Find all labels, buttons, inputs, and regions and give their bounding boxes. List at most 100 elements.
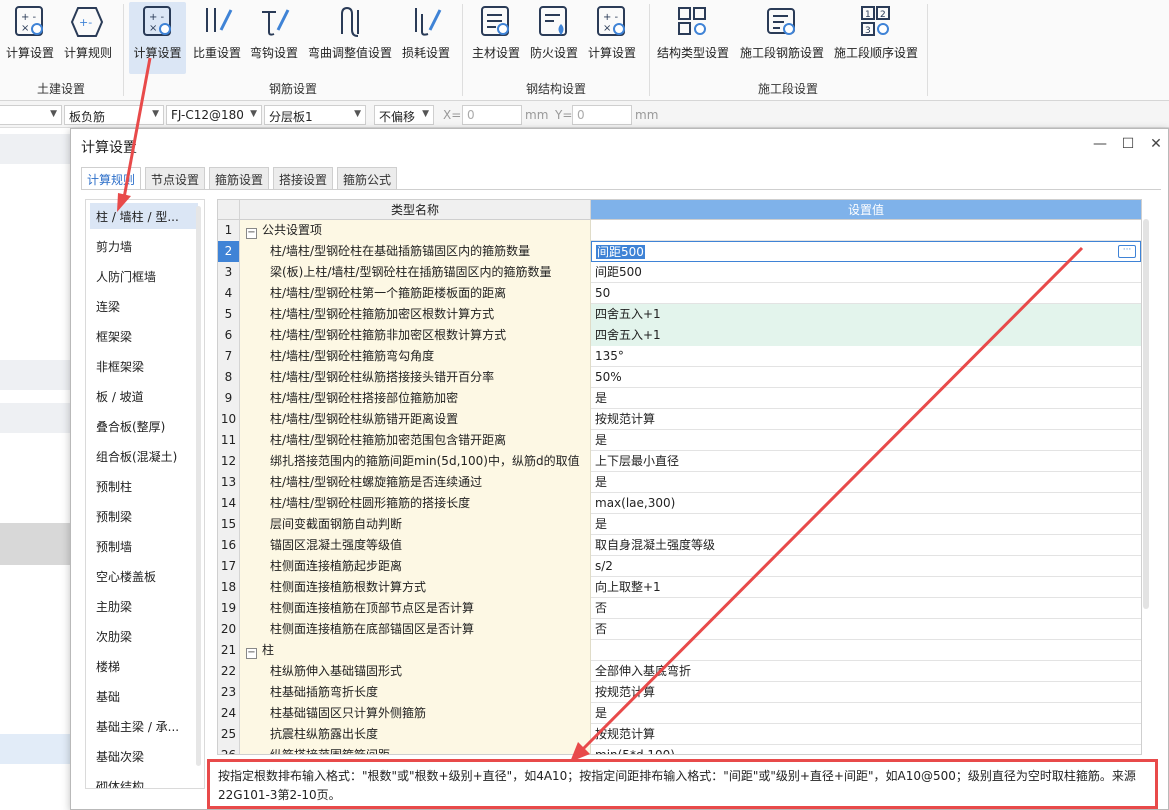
category-item[interactable]: 人防门框墙: [90, 263, 198, 289]
category-item[interactable]: 主肋梁: [90, 593, 198, 619]
value-editor[interactable]: 间距500 ···: [591, 241, 1141, 262]
stage-order-button[interactable]: 123 施工段顺序设置: [830, 2, 922, 74]
category-item[interactable]: 基础主梁 / 承...: [90, 713, 198, 739]
x-unit: mm: [525, 108, 549, 122]
tab-stirrup-formula[interactable]: 箍筋公式: [337, 167, 398, 189]
background-row: [0, 134, 70, 164]
table-row[interactable]: 21− 柱: [218, 640, 1141, 661]
category-item[interactable]: 非框架梁: [90, 353, 198, 379]
fire-settings-label: 防火设置: [529, 46, 578, 60]
table-row[interactable]: 14 柱/墙柱/型钢砼柱圆形箍筋的搭接长度 max(lae,300): [218, 493, 1141, 514]
layer-select[interactable]: 分层板1 ▼: [264, 105, 366, 125]
minimize-icon[interactable]: —: [1087, 133, 1113, 155]
table-row[interactable]: 9 柱/墙柱/型钢砼柱搭接部位箍筋加密是: [218, 388, 1141, 409]
hook-settings-button[interactable]: 弯钩设置: [246, 2, 302, 74]
type-select[interactable]: 板负筋 ▼: [64, 105, 164, 125]
calc-settings-button[interactable]: + - × 计算设置: [2, 2, 58, 74]
tab-node-settings[interactable]: 节点设置: [145, 167, 206, 189]
hook-settings-label: 弯钩设置: [249, 46, 298, 60]
tab-lap-settings[interactable]: 搭接设置: [273, 167, 334, 189]
fire-settings-button[interactable]: 防火设置: [526, 2, 582, 74]
table-row[interactable]: 4 柱/墙柱/型钢砼柱第一个箍筋距楼板面的距离 50: [218, 283, 1141, 304]
table-row[interactable]: 24 柱基础锚固区只计算外侧箍筋是: [218, 703, 1141, 724]
category-item[interactable]: 板 / 坡道: [90, 383, 198, 409]
table-row[interactable]: 11 柱/墙柱/型钢砼柱箍筋加密范围包含错开距离是: [218, 430, 1141, 451]
table-row[interactable]: 8 柱/墙柱/型钢砼柱纵筋搭接接头错开百分率 50%: [218, 367, 1141, 388]
main-material-button[interactable]: 主材设置: [468, 2, 524, 74]
structure-type-button[interactable]: 结构类型设置: [654, 2, 732, 74]
rebar-calc-settings-button[interactable]: + - × 计算设置: [129, 2, 186, 74]
table-row[interactable]: 1− 公共设置项: [218, 220, 1141, 241]
category-item[interactable]: 空心楼盖板: [90, 563, 198, 589]
tab-stirrup-settings[interactable]: 箍筋设置: [209, 167, 270, 189]
calc-rules-button[interactable]: +- 计算规则: [60, 2, 116, 74]
table-row[interactable]: 25 抗震柱纵筋露出长度 按规范计算: [218, 724, 1141, 745]
category-item[interactable]: 次肋梁: [90, 623, 198, 649]
x-input[interactable]: 0: [462, 105, 522, 125]
table-row[interactable]: 5 柱/墙柱/型钢砼柱箍筋加密区根数计算方式 四舍五入+1: [218, 304, 1141, 325]
bend-adjust-button[interactable]: 弯曲调整值设置: [304, 2, 396, 74]
category-item[interactable]: 基础次梁: [90, 743, 198, 769]
tab-calc-rules[interactable]: 计算规则: [81, 167, 142, 190]
table-row[interactable]: 7 柱/墙柱/型钢砼柱箍筋弯勾角度 135°: [218, 346, 1141, 367]
loss-settings-button[interactable]: 损耗设置: [398, 2, 454, 74]
table-row[interactable]: 2 柱/墙柱/型钢砼柱在基础插筋锚固区内的箍筋数量 间距500 ···: [218, 241, 1141, 262]
category-item[interactable]: 预制柱: [90, 473, 198, 499]
stage-order-label: 施工段顺序设置: [833, 46, 918, 60]
collapse-icon[interactable]: −: [246, 648, 257, 659]
ellipsis-button-icon[interactable]: ···: [1118, 245, 1136, 258]
grid-scrollbar[interactable]: [1143, 219, 1149, 609]
steel-calc-settings-button[interactable]: + - × 计算设置: [584, 2, 640, 74]
offset-select[interactable]: 不偏移 ▼: [374, 105, 434, 125]
category-item[interactable]: 框架梁: [90, 323, 198, 349]
code-select[interactable]: FJ-C12@180 ▼: [166, 105, 262, 125]
table-row[interactable]: 13 柱/墙柱/型钢砼柱螺旋箍筋是否连续通过是: [218, 472, 1141, 493]
category-item[interactable]: 剪力墙: [90, 233, 198, 259]
table-row[interactable]: 20 柱侧面连接植筋在底部锚固区是否计算否: [218, 619, 1141, 640]
weight-settings-icon: [206, 8, 233, 32]
table-row[interactable]: 6 柱/墙柱/型钢砼柱箍筋非加密区根数计算方式 四舍五入+1: [218, 325, 1141, 346]
category-item[interactable]: 预制墙: [90, 533, 198, 559]
category-item[interactable]: 基础: [90, 683, 198, 709]
collapse-icon[interactable]: −: [246, 228, 257, 239]
category-item[interactable]: 组合板(混凝土): [90, 443, 198, 469]
bend-adjust-label: 弯曲调整值设置: [307, 46, 392, 60]
bend-adjust-icon: [341, 6, 359, 37]
x-label: X=: [443, 108, 462, 122]
table-row[interactable]: 22 柱纵筋伸入基础锚固形式 全部伸入基底弯折: [218, 661, 1141, 682]
y-input[interactable]: 0: [572, 105, 632, 125]
tab-divider: [81, 189, 1161, 190]
table-row[interactable]: 17 柱侧面连接植筋起步距离 s/2: [218, 556, 1141, 577]
table-row[interactable]: 18 柱侧面连接植筋根数计算方式 向上取整+1: [218, 577, 1141, 598]
category-item[interactable]: 砌体结构: [90, 773, 198, 788]
category-item[interactable]: 连梁: [90, 293, 198, 319]
stage-rebar-icon: [767, 8, 795, 35]
table-row[interactable]: 12 绑扎搭接范围内的箍筋间距min(5d,100)中，纵筋d的取值 上下层最小直径: [218, 451, 1141, 472]
weight-settings-button[interactable]: 比重设置: [189, 2, 245, 74]
grid-corner: [218, 200, 240, 220]
table-row[interactable]: 19 柱侧面连接植筋在顶部节点区是否计算否: [218, 598, 1141, 619]
y-unit: mm: [635, 108, 659, 122]
category-item[interactable]: 楼梯: [90, 653, 198, 679]
svg-text:×: ×: [149, 23, 157, 34]
table-row[interactable]: 10 柱/墙柱/型钢砼柱纵筋错开距离设置 按规范计算: [218, 409, 1141, 430]
maximize-icon[interactable]: ☐: [1115, 133, 1141, 155]
calc-rules-label: 计算规则: [63, 46, 112, 60]
category-item[interactable]: 柱 / 墙柱 / 型...: [90, 203, 198, 229]
dialog-title: 计算设置: [81, 140, 137, 156]
close-icon[interactable]: ✕: [1143, 133, 1169, 155]
stage-rebar-button[interactable]: 施工段钢筋设置: [737, 2, 827, 74]
table-row[interactable]: 3 梁(板)上柱/墙柱/型钢砼柱在插筋锚固区内的箍筋数量 间距500: [218, 262, 1141, 283]
svg-text:3: 3: [865, 26, 871, 36]
table-row[interactable]: 26 纵筋搭接范围箍筋间距 min(5*d,100): [218, 745, 1141, 754]
element-select[interactable]: ▼: [0, 105, 62, 125]
table-row[interactable]: 15 层间变截面钢筋自动判断是: [218, 514, 1141, 535]
category-item[interactable]: 预制梁: [90, 503, 198, 529]
category-item[interactable]: 叠合板(整厚): [90, 413, 198, 439]
table-row[interactable]: 23 柱基础插筋弯折长度 按规范计算: [218, 682, 1141, 703]
table-row[interactable]: 16 锚固区混凝土强度等级值 取自身混凝土强度等级: [218, 535, 1141, 556]
category-scrollbar[interactable]: [196, 206, 201, 766]
structure-type-label: 结构类型设置: [656, 46, 729, 60]
hook-settings-icon: [262, 9, 290, 36]
description-box: 按指定根数排布输入格式："根数"或"根数+级别+直径"，如4A10；按指定间距排…: [207, 759, 1158, 809]
